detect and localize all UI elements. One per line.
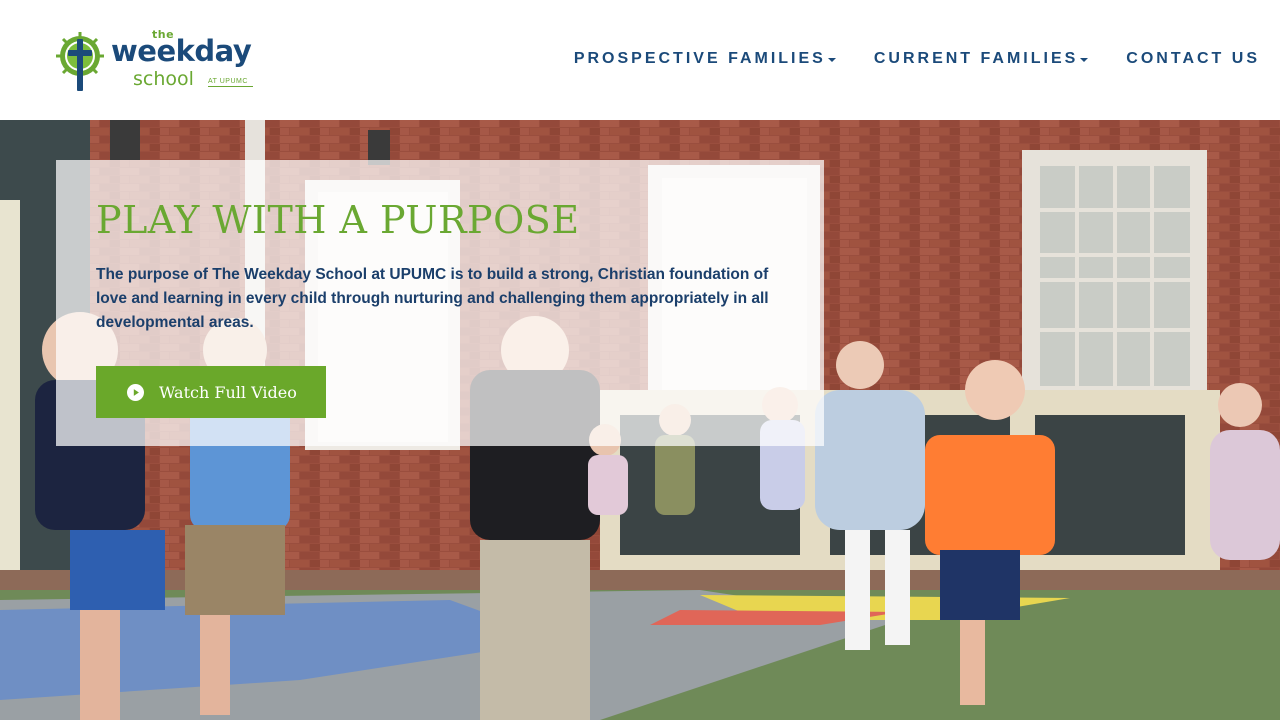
main-nav: PROSPECTIVE FAMILIES CURRENT FAMILIES CO… — [574, 50, 1260, 68]
play-circle-icon — [127, 383, 144, 401]
caret-down-icon — [1080, 58, 1089, 62]
logo-weekday-text: weekday — [111, 34, 252, 68]
hero-section: PLAY WITH A PURPOSE The purpose of The W… — [0, 120, 1280, 720]
school-logo[interactable]: the weekday school AT UPUMC — [55, 28, 285, 94]
hero-description: The purpose of The Weekday School at UPU… — [96, 266, 769, 331]
watch-video-button[interactable]: Watch Full Video — [96, 366, 326, 418]
nav-prospective-families-label: PROSPECTIVE FAMILIES — [573, 50, 826, 67]
hero-title: PLAY WITH A PURPOSE — [96, 198, 580, 242]
caret-down-icon — [827, 58, 836, 62]
watch-video-label: Watch Full Video — [159, 382, 297, 402]
nav-prospective-families[interactable]: PROSPECTIVE FAMILIES — [574, 50, 836, 68]
nav-contact-us-label: CONTACT US — [1126, 50, 1260, 67]
nav-contact-us[interactable]: CONTACT US — [1126, 50, 1260, 68]
site-header: the weekday school AT UPUMC PROSPECTIVE … — [0, 0, 1280, 120]
nav-current-families-label: CURRENT FAMILIES — [873, 50, 1079, 67]
hero-card: PLAY WITH A PURPOSE The purpose of The W… — [56, 160, 824, 446]
nav-current-families[interactable]: CURRENT FAMILIES — [873, 50, 1089, 68]
cross-sun-icon — [56, 32, 104, 91]
logo-at-text: AT UPUMC — [208, 78, 253, 87]
logo-school-text: school — [133, 68, 194, 90]
